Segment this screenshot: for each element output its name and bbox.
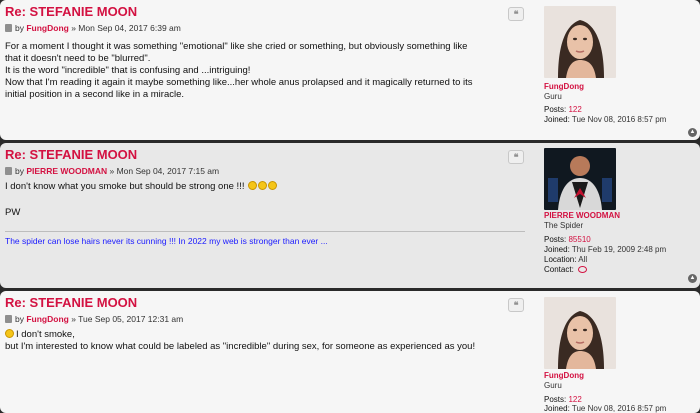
profile-rank: The Spider: [544, 221, 584, 230]
joined-label: Joined:: [544, 404, 570, 413]
posts-label: Posts:: [544, 235, 567, 244]
posts-count-link[interactable]: 122: [568, 105, 581, 114]
profile-rank: Guru: [544, 92, 562, 101]
post-profile: FungDong Guru Posts: 122 Joined: Tue Nov…: [543, 0, 693, 140]
avatar[interactable]: [544, 148, 616, 210]
avatar[interactable]: [544, 6, 616, 78]
by-label: by: [15, 23, 24, 33]
author-link[interactable]: FungDong: [26, 314, 68, 324]
post-profile: FungDong Guru Posts: 122 Joined: Tue Nov…: [543, 291, 693, 413]
post-content: I don't know what you smoke but should b…: [5, 181, 278, 193]
posts-label: Posts:: [544, 395, 567, 404]
post-title[interactable]: Re: STEFANIE MOON: [5, 147, 137, 163]
post-author-line: by FungDong » Mon Sep 04, 2017 6:39 am: [5, 22, 181, 34]
profile-joined: Joined: Tue Nov 08, 2016 8:57 pm: [544, 115, 666, 125]
author-link[interactable]: PIERRE WOODMAN: [26, 166, 107, 176]
quote-button[interactable]: ❝: [508, 150, 524, 164]
post-profile: PIERRE WOODMAN The Spider Posts: 85510 J…: [543, 143, 693, 288]
profile-rank: Guru: [544, 381, 562, 390]
content-line: that it doesn't need to be "blurred".: [5, 53, 151, 64]
post-icon[interactable]: [5, 24, 12, 32]
author-link[interactable]: FungDong: [26, 23, 68, 33]
profile-contact: Contact:: [544, 265, 588, 275]
post-date: » Mon Sep 04, 2017 6:39 am: [71, 23, 181, 33]
post-body: Re: STEFANIE MOON by PIERRE WOODMAN » Mo…: [0, 143, 530, 288]
post-body: Re: STEFANIE MOON by FungDong » Mon Sep …: [0, 0, 530, 140]
profile-posts: Posts: 85510: [544, 235, 591, 245]
post-content-signoff: PW: [5, 207, 21, 218]
content-line: I don't know what you smoke but should b…: [5, 181, 278, 193]
quote-button[interactable]: ❝: [508, 7, 524, 21]
contact-label: Contact:: [544, 265, 574, 274]
post-title[interactable]: Re: STEFANIE MOON: [5, 295, 137, 311]
joined-date: Tue Nov 08, 2016 8:57 pm: [571, 404, 667, 413]
quote-icon: ❝: [513, 300, 519, 310]
post-author-line: by FungDong » Tue Sep 05, 2017 12:31 am: [5, 313, 183, 325]
content-line: It is the word "incredible" that is conf…: [5, 65, 251, 76]
back-to-top-icon[interactable]: ▲: [688, 128, 697, 137]
joined-label: Joined:: [544, 245, 570, 254]
profile-username[interactable]: FungDong: [544, 371, 584, 381]
posts-label: Posts:: [544, 105, 567, 114]
posts-count-link[interactable]: 85510: [568, 235, 590, 244]
back-to-top-icon[interactable]: ▲: [688, 274, 697, 283]
laughing-emoji-icon: [5, 329, 14, 338]
post-icon[interactable]: [5, 167, 12, 175]
laughing-emoji-icon: [258, 181, 268, 190]
signature: The spider can lose hairs never its cunn…: [5, 236, 328, 246]
by-label: by: [15, 314, 24, 324]
profile-location: Location: All: [544, 255, 587, 265]
post-content: I don't smoke, but I'm interested to kno…: [5, 329, 475, 353]
content-line: but I'm interested to know what could be…: [5, 341, 476, 352]
post: Re: STEFANIE MOON by PIERRE WOODMAN » Mo…: [0, 143, 700, 288]
profile-username[interactable]: FungDong: [544, 82, 584, 92]
profile-joined: Joined: Tue Nov 08, 2016 8:57 pm: [544, 404, 666, 413]
signature-divider: [5, 231, 525, 232]
posts-count-link[interactable]: 122: [568, 395, 581, 404]
quote-icon: ❝: [513, 9, 519, 19]
laughing-emoji-icon: [248, 181, 258, 190]
post: Re: STEFANIE MOON by FungDong » Mon Sep …: [0, 0, 700, 140]
quote-icon: ❝: [513, 152, 519, 162]
joined-date: Thu Feb 19, 2009 2:48 pm: [571, 245, 667, 254]
post-author-line: by PIERRE WOODMAN » Mon Sep 04, 2017 7:1…: [5, 165, 219, 177]
speech-bubble-icon[interactable]: [578, 266, 588, 273]
laughing-emoji-icon: [268, 181, 278, 190]
content-text: I don't smoke,: [16, 329, 75, 340]
joined-label: Joined:: [544, 115, 570, 124]
profile-joined: Joined: Thu Feb 19, 2009 2:48 pm: [544, 245, 666, 255]
content-line: I don't smoke,: [5, 329, 475, 341]
content-text: I don't know what you smoke but should b…: [5, 181, 245, 192]
content-line: Now that I'm reading it again it maybe s…: [5, 77, 473, 88]
profile-username[interactable]: PIERRE WOODMAN: [544, 211, 620, 221]
joined-date: Tue Nov 08, 2016 8:57 pm: [571, 115, 667, 124]
post-date: » Tue Sep 05, 2017 12:31 am: [71, 314, 184, 324]
location-label: Location:: [544, 255, 577, 264]
content-line: initial position in a second like in a m…: [5, 89, 185, 100]
post-icon[interactable]: [5, 315, 12, 323]
location-value: All: [578, 255, 588, 264]
content-line: For a moment I thought it was something …: [5, 41, 468, 52]
quote-button[interactable]: ❝: [508, 298, 524, 312]
post-title[interactable]: Re: STEFANIE MOON: [5, 4, 137, 20]
by-label: by: [15, 166, 24, 176]
avatar[interactable]: [544, 297, 616, 369]
post-content: For a moment I thought it was something …: [5, 41, 473, 101]
profile-posts: Posts: 122: [544, 105, 582, 115]
post-body: Re: STEFANIE MOON by FungDong » Tue Sep …: [0, 291, 530, 413]
post: Re: STEFANIE MOON by FungDong » Tue Sep …: [0, 291, 700, 413]
post-date: » Mon Sep 04, 2017 7:15 am: [109, 166, 220, 176]
